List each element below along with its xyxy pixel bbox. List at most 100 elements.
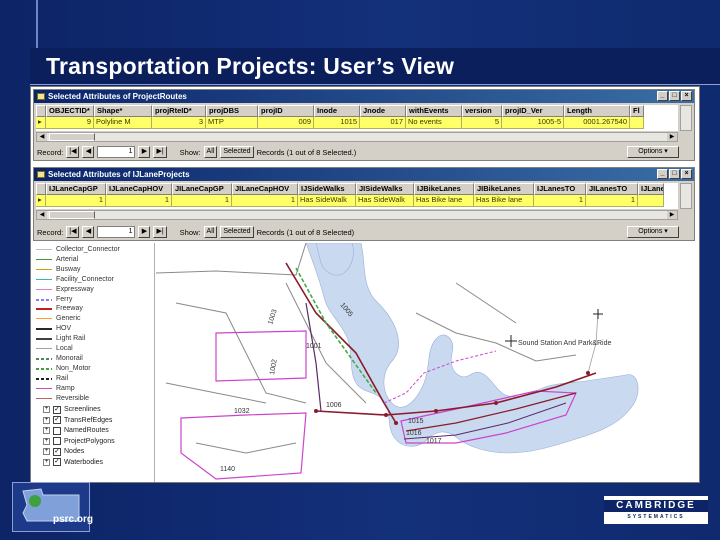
previous-record-button[interactable]: ◀ (82, 146, 95, 158)
lanes-vertical-scrollbar[interactable] (680, 183, 692, 209)
column-header[interactable]: projID (258, 105, 314, 117)
table-cell[interactable] (630, 117, 644, 129)
table-cell[interactable]: Has Bike lane (414, 195, 474, 207)
layer-visibility-checkbox[interactable] (53, 426, 61, 435)
routes-vertical-scrollbar[interactable] (680, 105, 692, 131)
column-header[interactable]: Length (564, 105, 630, 117)
table-cell[interactable]: 1 (232, 195, 298, 207)
row-selector-icon[interactable]: ▸ (36, 195, 46, 207)
scroll-left-icon[interactable]: ◀ (37, 133, 47, 141)
routes-horizontal-scrollbar[interactable]: ◀ ▶ (36, 132, 678, 142)
map-scrollbar[interactable] (699, 237, 700, 483)
table-cell[interactable]: Polyline M (94, 117, 152, 129)
column-header[interactable]: withEvents (406, 105, 462, 117)
minimize-button[interactable]: _ (657, 169, 668, 179)
next-record-button[interactable]: ▶ (138, 146, 151, 158)
expand-icon[interactable]: + (43, 406, 50, 414)
options-button[interactable]: Options ▾ (627, 146, 679, 158)
column-header[interactable]: Jnode (360, 105, 406, 117)
expand-icon[interactable]: + (43, 448, 50, 456)
show-selected-button[interactable]: Selected (220, 146, 254, 158)
next-record-button[interactable]: ▶ (138, 226, 151, 238)
table-cell[interactable]: 017 (360, 117, 406, 129)
first-record-button[interactable]: |◀ (66, 146, 80, 158)
column-header[interactable]: projRteID* (152, 105, 206, 117)
layer-visibility-checkbox[interactable]: ✓ (53, 416, 61, 425)
maximize-button[interactable]: □ (669, 169, 680, 179)
table-cell[interactable]: 1 (172, 195, 232, 207)
column-header[interactable]: IJLaneCapHOV (106, 183, 172, 195)
column-header[interactable]: IJBikeLanes (414, 183, 474, 195)
column-header[interactable]: JILaneCapGP (172, 183, 232, 195)
layer-item[interactable]: + ProjectPolygons (43, 437, 115, 446)
scroll-thumb[interactable] (49, 133, 95, 141)
table-cell[interactable]: 0001.267540 (564, 117, 630, 129)
show-all-button[interactable]: All (203, 226, 218, 238)
layer-visibility-checkbox[interactable]: ✓ (53, 447, 61, 456)
expand-icon[interactable]: + (43, 427, 50, 435)
record-number-field[interactable]: 1 (97, 226, 136, 238)
close-button[interactable]: × (681, 91, 692, 101)
options-button[interactable]: Options ▾ (627, 226, 679, 238)
column-header[interactable]: version (462, 105, 502, 117)
layer-visibility-checkbox[interactable] (53, 437, 61, 446)
column-header[interactable]: JILaneCapHOV (232, 183, 298, 195)
column-header[interactable]: JISideWalks (356, 183, 414, 195)
table-cell[interactable]: 1 (46, 195, 106, 207)
table-cell[interactable]: 1 (586, 195, 638, 207)
layer-item[interactable]: + ✓ Waterbodies (43, 458, 103, 467)
column-header[interactable]: Shape* (94, 105, 152, 117)
layer-item[interactable]: + ✓ TransRefEdges (43, 416, 112, 425)
table-cell[interactable]: No events (406, 117, 462, 129)
show-selected-button[interactable]: Selected (220, 226, 254, 238)
column-header[interactable]: Fl (630, 105, 644, 117)
lanes-horizontal-scrollbar[interactable]: ◀ ▶ (36, 210, 678, 220)
table-cell[interactable]: MTP (206, 117, 258, 129)
record-number-field[interactable]: 1 (97, 146, 136, 158)
show-all-button[interactable]: All (203, 146, 218, 158)
row-selector-header[interactable] (36, 183, 46, 195)
expand-icon[interactable]: + (43, 437, 50, 445)
table-cell[interactable]: 1 (534, 195, 586, 207)
table-cell[interactable]: 009 (258, 117, 314, 129)
table-cell[interactable]: Has SideWalk (356, 195, 414, 207)
table-row[interactable]: ▸ 1 1 1 1 Has SideWalk Has SideWalk Has Bike la… (36, 195, 678, 207)
routes-window-titlebar[interactable]: Selected Attributes of ProjectRoutes _ □… (34, 90, 694, 103)
scroll-right-icon[interactable]: ▶ (667, 133, 677, 141)
close-button[interactable]: × (681, 169, 692, 179)
column-header[interactable]: IJLaneCapGP (46, 183, 106, 195)
column-header[interactable]: IJLanesTO (534, 183, 586, 195)
last-record-button[interactable]: ▶| (153, 146, 167, 158)
layer-item[interactable]: + ✓ Nodes (43, 447, 84, 456)
scroll-right-icon[interactable]: ▶ (667, 211, 677, 219)
table-row[interactable]: ▸ 9 Polyline M 3 MTP 009 1015 017 No events 5 1005… (36, 117, 678, 129)
first-record-button[interactable]: |◀ (66, 226, 80, 238)
lanes-window-titlebar[interactable]: Selected Attributes of IJLaneProjects _ … (34, 168, 694, 181)
table-cell[interactable]: 5 (462, 117, 502, 129)
layer-visibility-checkbox[interactable]: ✓ (53, 458, 61, 467)
minimize-button[interactable]: _ (657, 91, 668, 101)
previous-record-button[interactable]: ◀ (82, 226, 95, 238)
column-header[interactable]: OBJECTID* (46, 105, 94, 117)
column-header[interactable]: JIBikeLanes (474, 183, 534, 195)
table-cell[interactable]: 3 (152, 117, 206, 129)
layer-visibility-checkbox[interactable]: ✓ (53, 405, 61, 414)
layer-item[interactable]: + ✓ Screenlines (43, 405, 101, 414)
row-selector-icon[interactable]: ▸ (36, 117, 46, 129)
table-cell[interactable]: 1 (106, 195, 172, 207)
map-view[interactable]: 1003 1001 1002 1032 1006 1005 1140 1015 … (156, 243, 700, 483)
scroll-left-icon[interactable]: ◀ (37, 211, 47, 219)
maximize-button[interactable]: □ (669, 91, 680, 101)
expand-icon[interactable]: + (43, 458, 50, 466)
scroll-thumb[interactable] (49, 211, 95, 219)
column-header[interactable]: IJLanes (638, 183, 664, 195)
table-cell[interactable] (638, 195, 664, 207)
column-header[interactable]: Inode (314, 105, 360, 117)
column-header[interactable]: IJSideWalks (298, 183, 356, 195)
table-cell[interactable]: 1015 (314, 117, 360, 129)
table-cell[interactable]: Has Bike lane (474, 195, 534, 207)
row-selector-header[interactable] (36, 105, 46, 117)
expand-icon[interactable]: + (43, 416, 50, 424)
last-record-button[interactable]: ▶| (153, 226, 167, 238)
column-header[interactable]: projID_Ver (502, 105, 564, 117)
